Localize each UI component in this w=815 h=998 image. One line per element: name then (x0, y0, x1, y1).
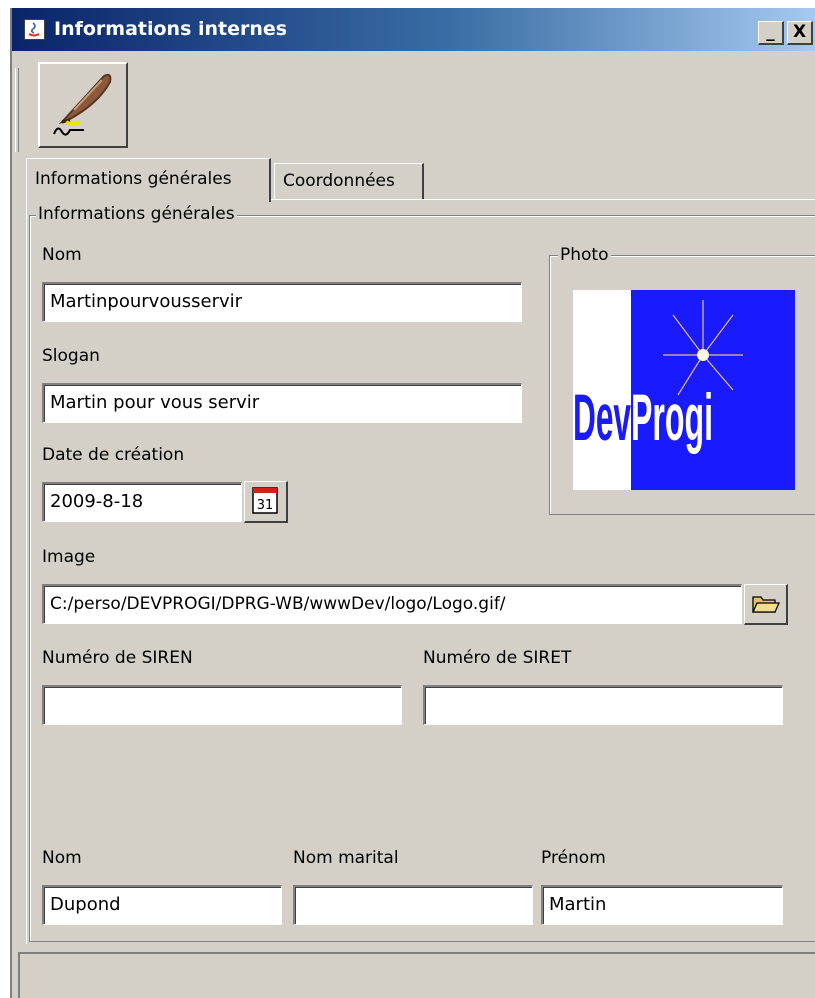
calendar-icon: 31 (252, 487, 278, 514)
main-window: Informations internes _ X Informations g… (10, 8, 815, 998)
photo-legend: Photo (558, 245, 611, 265)
minimize-button[interactable]: _ (758, 21, 784, 45)
tab-coordonnees[interactable]: Coordonnées (274, 163, 424, 200)
status-bar (18, 952, 815, 998)
slogan-input[interactable]: Martin pour vous servir (42, 383, 522, 423)
quill-pen-icon (53, 73, 112, 136)
title-bar[interactable]: Informations internes _ X (12, 8, 815, 51)
general-info-legend: Informations générales (36, 204, 237, 224)
siret-label: Numéro de SIRET (423, 648, 572, 668)
siret-input[interactable] (423, 685, 783, 725)
browse-button[interactable] (744, 584, 788, 625)
prenom-label: Prénom (541, 848, 606, 868)
date-creation-input[interactable]: 2009-8-18 (42, 482, 242, 522)
nom-marital-label: Nom marital (293, 848, 399, 868)
image-path-input[interactable]: C:/perso/DEVPROGI/DPRG-WB/wwwDev/logo/Lo… (42, 584, 742, 624)
company-logo-image: Dev Progi (573, 290, 795, 490)
logo-text-dev: Dev (573, 380, 631, 454)
calendar-day: 31 (257, 498, 274, 513)
close-button[interactable]: X (787, 21, 813, 45)
java-app-icon (24, 19, 45, 40)
nom-input[interactable]: Martinpourvousservir (42, 282, 522, 322)
calendar-button[interactable]: 31 (244, 481, 288, 523)
prenom-input[interactable]: Martin (541, 885, 783, 925)
tab-informations-generales[interactable]: Informations générales (26, 158, 271, 202)
logo-text-progi: Progi (631, 380, 713, 454)
person-nom-input[interactable]: Dupond (42, 885, 282, 925)
window-title: Informations internes (54, 18, 288, 40)
edit-button[interactable] (38, 62, 128, 148)
date-creation-label: Date de création (42, 445, 185, 465)
siren-input[interactable] (42, 685, 402, 725)
folder-open-icon (751, 596, 781, 613)
toolbar-grip[interactable] (15, 68, 19, 152)
siren-label: Numéro de SIREN (42, 648, 193, 668)
nom-marital-input[interactable] (293, 885, 533, 925)
slogan-label: Slogan (42, 346, 100, 366)
nom-label: Nom (42, 245, 82, 265)
image-label: Image (42, 547, 96, 567)
person-nom-label: Nom (42, 848, 82, 868)
